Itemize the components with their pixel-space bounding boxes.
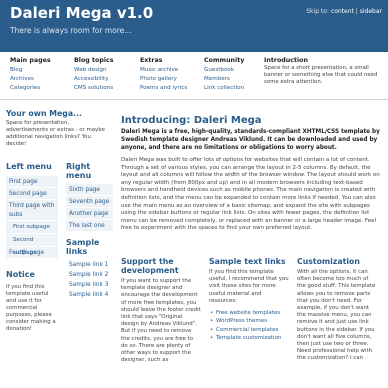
intro-lead-paragraph: Daleri Mega is a free, high-quality, sta… — [121, 129, 380, 151]
left-menu-item-fourth-page[interactable]: Fourth page — [6, 247, 58, 259]
sample-links-list: Sample link 1 Sample link 2 Sample link … — [66, 260, 113, 300]
site-header: Daleri Mega v1.0 There is always room fo… — [0, 0, 388, 52]
nav-heading: Main pages — [10, 57, 51, 64]
nav-link-poems-lyrics[interactable]: Poems and lyrics — [140, 84, 187, 93]
nav-link-photo-gallery[interactable]: Photo gallery — [140, 75, 187, 84]
top-navigation: Main pages Blog Archives Categories Blog… — [0, 52, 388, 100]
support-column: Support the development If you want to s… — [121, 257, 201, 364]
sample-text-links-heading: Sample text links — [209, 257, 286, 266]
nav-link-guestbook[interactable]: Guestbook — [204, 66, 244, 75]
nav-link-link-collection[interactable]: Link collection — [204, 84, 244, 93]
skip-prefix: Skip to: — [306, 8, 329, 15]
notice-heading: Notice — [6, 270, 35, 279]
nav-column-blog-topics: Blog topics Web design Accessibility CMS… — [74, 57, 113, 93]
left-menu: First page Second page Third page with s… — [6, 176, 58, 259]
skip-links: Skip to: content | sidebar — [306, 8, 382, 16]
support-heading: Support the development — [121, 257, 179, 275]
left-sidebar: Your own Mega... Space for presentation,… — [0, 100, 115, 388]
sample-text-links-text: If you find this template useful, I reco… — [209, 269, 289, 304]
left-menu-item-third-page[interactable]: Third page with subs — [6, 200, 58, 221]
site-title[interactable]: Daleri Mega v1.0 — [10, 4, 153, 24]
left-menu-subitem-second[interactable]: Second subpage — [6, 234, 58, 256]
nav-link-accessibility[interactable]: Accessibility — [74, 75, 113, 84]
skip-to-sidebar-link[interactable]: sidebar — [360, 8, 382, 15]
nav-heading: Community — [204, 57, 245, 64]
nav-column-extras: Extras Music archive Photo gallery Poems… — [140, 57, 187, 93]
main-content: Introducing: Daleri Mega Daleri Mega is … — [115, 100, 388, 388]
skip-to-content-link[interactable]: content — [331, 8, 354, 15]
nav-column-community: Community Guestbook Members Link collect… — [204, 57, 244, 93]
nav-heading: Extras — [140, 57, 163, 64]
left-menu-item-first-page[interactable]: First page — [6, 176, 58, 188]
nav-link-categories[interactable]: Categories — [10, 84, 51, 93]
resource-link-commercial-templates[interactable]: Commercial templates — [209, 327, 289, 335]
customization-heading: Customization — [297, 257, 360, 266]
sample-text-links-column: Sample text links If you find this templ… — [209, 257, 289, 344]
nav-link-music-archive[interactable]: Music archive — [140, 66, 187, 75]
site-subtitle: There is always room for more... — [10, 26, 132, 35]
left-menu-item-second-page[interactable]: Second page — [6, 188, 58, 200]
right-menu-item-another-page[interactable]: Another page — [66, 208, 113, 220]
nav-heading: Blog topics — [74, 57, 114, 64]
left-menu-heading: Left menu — [6, 162, 52, 171]
nav-link-web-design[interactable]: Web design — [74, 66, 113, 75]
customization-column: Customization With all the options, it c… — [297, 257, 377, 363]
sample-links-heading: Sample links — [66, 238, 100, 256]
right-menu: Sixth page Seventh page Another page The… — [66, 184, 113, 232]
introduction-box: Introduction Space for a short presentat… — [264, 57, 384, 86]
right-menu-item-last-one[interactable]: The last one — [66, 220, 113, 232]
left-menu-subitem-first[interactable]: First subpage — [6, 221, 58, 234]
sample-link-2[interactable]: Sample link 2 — [66, 270, 113, 280]
sample-link-1[interactable]: Sample link 1 — [66, 260, 113, 270]
resource-link-free-templates[interactable]: Free website templates — [209, 310, 289, 318]
customization-text: With all the options, it can often becom… — [297, 269, 376, 362]
resource-links: Free website templates WordPress themes … — [209, 310, 289, 343]
intro-body-paragraph: Daleri Mega was built to offer lots of o… — [121, 157, 380, 232]
introduction-heading: Introduction — [264, 57, 308, 64]
nav-link-archives[interactable]: Archives — [10, 75, 51, 84]
nav-link-cms-solutions[interactable]: CMS solutions — [74, 84, 113, 93]
nav-column-main-pages: Main pages Blog Archives Categories — [10, 57, 51, 93]
notice-text: If you find this template useful and use… — [6, 284, 56, 332]
right-menu-item-sixth-page[interactable]: Sixth page — [66, 184, 113, 196]
page-title: Introducing: Daleri Mega — [121, 115, 262, 126]
your-mega-heading: Your own Mega... — [6, 109, 82, 118]
resource-link-wordpress-themes[interactable]: WordPress themes — [209, 318, 289, 326]
right-menu-heading: Right menu — [66, 162, 92, 180]
sample-link-4[interactable]: Sample link 4 — [66, 290, 113, 300]
support-text: If you want to support the template desi… — [121, 278, 201, 364]
nav-link-members[interactable]: Members — [204, 75, 244, 84]
resource-link-template-customization[interactable]: Template customization — [209, 335, 289, 343]
nav-link-blog[interactable]: Blog — [10, 66, 51, 75]
sample-link-3[interactable]: Sample link 3 — [66, 280, 113, 290]
introduction-text: Space for a short presentation, a small … — [264, 65, 378, 86]
your-mega-text: Space for presentation, advertisements o… — [6, 120, 105, 147]
right-menu-item-seventh-page[interactable]: Seventh page — [66, 196, 113, 208]
skip-separator: | — [355, 8, 358, 15]
